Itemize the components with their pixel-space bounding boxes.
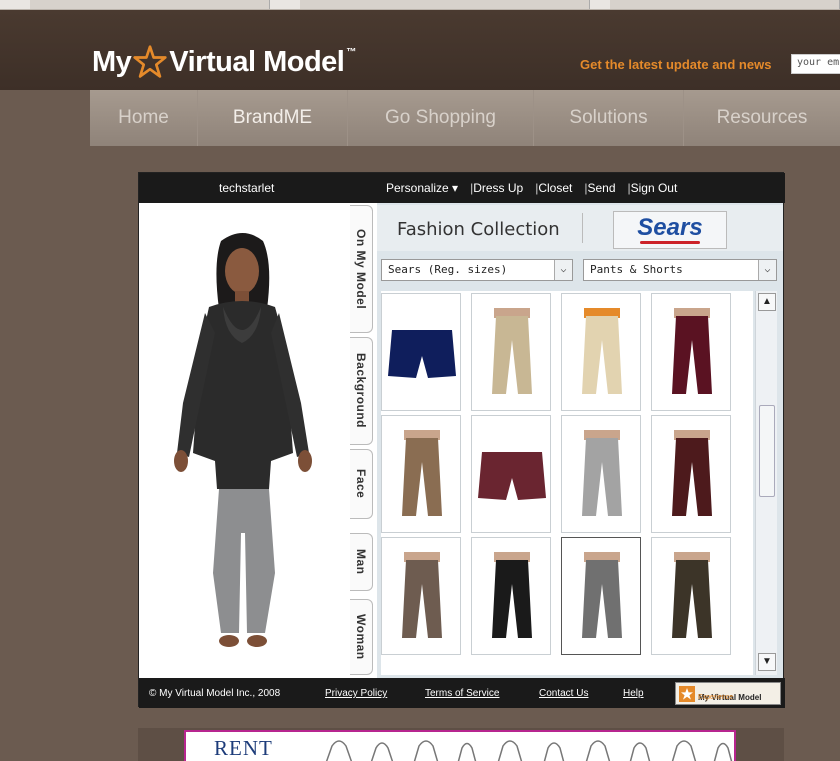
copyright-text: © My Virtual Model Inc., 2008 (149, 688, 281, 699)
catalog-pane: Fashion Collection Sears Sears (Reg. siz… (377, 203, 783, 678)
help-link[interactable]: Help (623, 688, 644, 699)
product-thumbnail[interactable] (651, 415, 731, 533)
brand-logo-button[interactable]: Sears (613, 211, 727, 249)
side-tabs: On My Model Background Face Man Woman (349, 203, 375, 678)
tab-label: On My Model (354, 228, 368, 310)
product-thumbnail[interactable] (561, 415, 641, 533)
menu-closet[interactable]: Closet (538, 181, 572, 195)
product-thumbnail[interactable] (381, 415, 461, 533)
tab-label: Woman (354, 614, 368, 660)
product-grid (381, 291, 753, 675)
collection-header: Fashion Collection Sears (377, 205, 783, 251)
ad-banner-content[interactable]: RENT (184, 730, 736, 761)
virtual-model-app: techstarlet Personalize ▾ | Dress Up | C… (138, 172, 785, 708)
virtual-model-figure (174, 233, 312, 647)
tab-woman[interactable]: Woman (350, 599, 373, 675)
terms-of-service-link[interactable]: Terms of Service (425, 688, 499, 699)
left-margin (0, 90, 90, 761)
garment-image (388, 330, 456, 378)
tab-label: Man (354, 549, 368, 575)
badge-subtitle: Experience (698, 694, 734, 701)
category-filter-value: Pants & Shorts (590, 263, 683, 276)
product-thumbnail[interactable] (381, 293, 461, 411)
product-thumbnail[interactable] (471, 293, 551, 411)
product-grid-scrollbar[interactable]: ▲ ▼ (755, 291, 777, 675)
site-logo[interactable]: My Virtual Model ™ (92, 44, 356, 80)
trademark-symbol: ™ (346, 46, 356, 58)
tab-man[interactable]: Man (350, 533, 373, 591)
scroll-down-button[interactable]: ▼ (758, 653, 776, 671)
nav-go-shopping[interactable]: Go Shopping (348, 90, 534, 146)
garment-image (478, 452, 546, 500)
garment-image (672, 552, 712, 638)
main-nav: Home BrandME Go Shopping Solutions Resou… (90, 90, 840, 146)
star-logo-icon (133, 45, 167, 78)
site-header: My Virtual Model ™ Get the latest update… (0, 10, 840, 90)
divider (582, 213, 583, 243)
category-filter-select[interactable]: Pants & Shorts ⌵ (583, 259, 777, 281)
star-logo-icon (679, 686, 695, 702)
browser-tab[interactable] (610, 0, 840, 9)
size-filter-select[interactable]: Sears (Reg. sizes) ⌵ (381, 259, 573, 281)
contact-us-link[interactable]: Contact Us (539, 688, 588, 699)
garment-image (492, 308, 532, 394)
scrollbar-thumb[interactable] (759, 405, 775, 497)
tab-face[interactable]: Face (350, 449, 373, 519)
product-thumbnail[interactable] (471, 537, 551, 655)
brand-swoosh-icon (640, 241, 700, 244)
product-thumbnail[interactable] (471, 415, 551, 533)
menu-personalize[interactable]: Personalize ▾ (386, 181, 458, 195)
product-thumbnail[interactable] (651, 537, 731, 655)
product-thumbnail[interactable] (651, 293, 731, 411)
browser-tab-strip (0, 0, 840, 10)
brand-logo-text: Sears (637, 214, 703, 241)
app-footer: © My Virtual Model Inc., 2008 Privacy Po… (139, 678, 785, 708)
product-thumbnail[interactable] (381, 537, 461, 655)
username: techstarlet (219, 181, 275, 195)
menu-dress-up[interactable]: Dress Up (473, 181, 523, 195)
chevron-down-icon: ⌵ (758, 260, 776, 280)
nav-home[interactable]: Home (90, 90, 198, 146)
garment-image (582, 552, 622, 638)
mvm-experience-badge[interactable]: My Virtual Model Experience (675, 682, 781, 705)
garment-image (672, 308, 712, 394)
garment-image (582, 430, 622, 516)
app-toolbar: techstarlet Personalize ▾ | Dress Up | C… (139, 173, 785, 203)
scroll-up-button[interactable]: ▲ (758, 293, 776, 311)
menu-sign-out[interactable]: Sign Out (631, 181, 678, 195)
handbag-icons (325, 740, 733, 761)
logo-text-virtual-model: Virtual Model (169, 45, 345, 78)
newsletter-text: Get the latest update and news (580, 57, 772, 72)
app-menu: Personalize ▾ | Dress Up | Closet | Send… (386, 181, 677, 195)
logo-text-my: My (92, 45, 132, 78)
collection-title: Fashion Collection (397, 219, 560, 240)
garment-image (492, 552, 532, 638)
tab-on-my-model[interactable]: On My Model (350, 205, 373, 333)
nav-resources[interactable]: Resources (684, 90, 840, 146)
browser-tab[interactable] (30, 0, 270, 9)
tab-label: Face (354, 469, 368, 499)
garment-image (402, 430, 442, 516)
product-thumbnail[interactable] (561, 293, 641, 411)
ad-banner[interactable]: RENT (138, 728, 784, 761)
nav-brandme[interactable]: BrandME (198, 90, 348, 146)
newsletter-email-input[interactable]: your em (791, 54, 840, 74)
product-thumbnail[interactable] (561, 537, 641, 655)
nav-solutions[interactable]: Solutions (534, 90, 684, 146)
browser-tab[interactable] (300, 0, 590, 9)
menu-send[interactable]: Send (587, 181, 615, 195)
garment-image (672, 430, 712, 516)
tab-label: Background (354, 353, 368, 429)
size-filter-value: Sears (Reg. sizes) (388, 263, 508, 276)
garment-image (402, 552, 442, 638)
tab-background[interactable]: Background (350, 337, 373, 445)
chevron-down-icon: ⌵ (554, 260, 572, 280)
garment-image (582, 308, 622, 394)
model-viewer[interactable] (139, 203, 349, 678)
privacy-policy-link[interactable]: Privacy Policy (325, 688, 387, 699)
